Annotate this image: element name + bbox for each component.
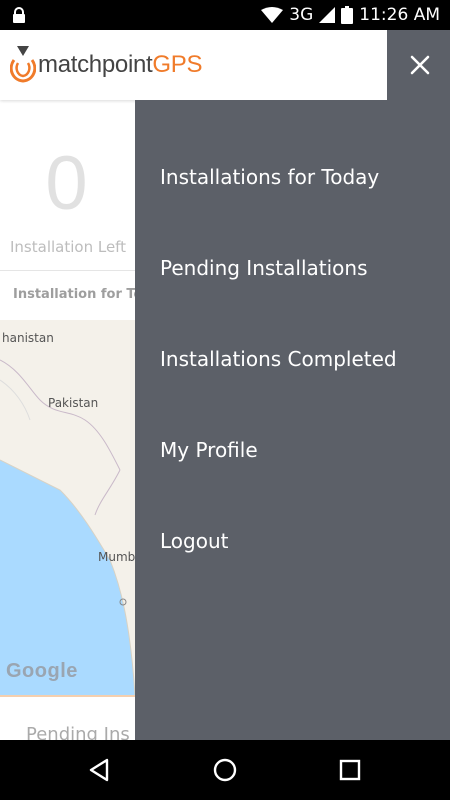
battery-icon <box>341 6 354 24</box>
google-attribution: Google <box>6 660 78 682</box>
menu-item-installations-today[interactable]: Installations for Today <box>160 165 379 189</box>
brand-main: matchpoint <box>38 51 153 78</box>
logo-text: matchpointGPS <box>38 51 203 79</box>
navigation-drawer: Installations for Today Pending Installa… <box>135 100 450 740</box>
tab-installation-for-today[interactable]: Installation for To <box>13 287 142 302</box>
recents-icon[interactable] <box>335 755 365 785</box>
signal-icon <box>319 7 336 23</box>
wifi-icon <box>261 7 284 23</box>
installations-left-count: 0 <box>45 141 88 226</box>
clock: 11:26 AM <box>359 5 440 25</box>
system-nav-bar <box>0 740 450 800</box>
back-icon[interactable] <box>85 755 115 785</box>
menu-item-pending-installations[interactable]: Pending Installations <box>160 256 368 280</box>
map-label-mumbai: Mumb <box>98 550 136 564</box>
menu-item-logout[interactable]: Logout <box>160 529 228 553</box>
installations-left-label: Installation Left <box>10 238 127 256</box>
app-header: matchpointGPS <box>0 30 387 100</box>
lock-icon <box>13 7 25 23</box>
app-screen: 0 Installation Left Installation for To … <box>0 30 450 740</box>
logo-mark-icon <box>10 46 36 83</box>
network-type: 3G <box>289 5 314 25</box>
close-icon[interactable] <box>409 54 431 76</box>
matchpoint-gps-logo: matchpointGPS <box>10 46 203 84</box>
status-bar: 3G 11:26 AM <box>0 0 450 30</box>
menu-item-my-profile[interactable]: My Profile <box>160 438 258 462</box>
pending-title: Pending Ins <box>26 724 130 740</box>
menu-item-installations-completed[interactable]: Installations Completed <box>160 347 397 371</box>
brand-accent: GPS <box>152 51 203 78</box>
home-icon[interactable] <box>210 755 240 785</box>
map-label-afghanistan: hanistan <box>2 331 54 345</box>
map-label-pakistan: Pakistan <box>48 396 99 410</box>
